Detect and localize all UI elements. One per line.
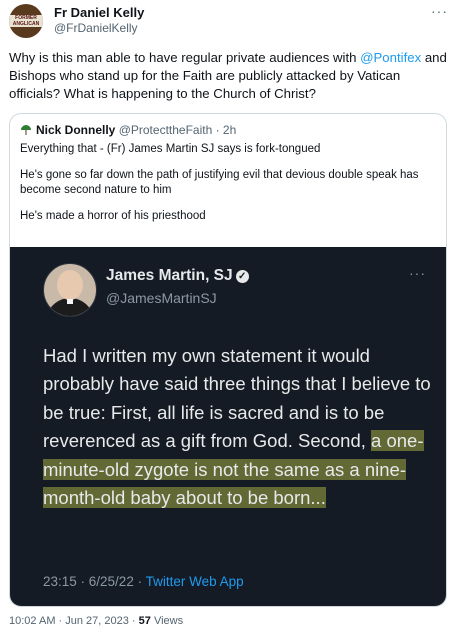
media-more-icon: ··· — [409, 265, 426, 281]
author-name[interactable]: Fr Daniel Kelly — [54, 5, 144, 21]
avatar-badge-text: FORMER ANGLICAN — [9, 15, 43, 27]
quoted-line: Everything that - (Fr) James Martin SJ s… — [20, 143, 321, 155]
media-tweet-text: Had I written my own statement it would … — [43, 342, 433, 512]
quoted-tweet[interactable]: Nick Donnelly @ProtecttheFaith · 2h Ever… — [9, 113, 447, 607]
views-label: Views — [150, 615, 184, 627]
mention-link[interactable]: @Pontifex — [360, 50, 421, 65]
screenshot-image[interactable]: James Martin, SJ ✓ @JamesMartinSJ ··· Had… — [10, 247, 446, 606]
author-avatar[interactable]: FORMER ANGLICAN — [9, 4, 43, 38]
quoted-line: He's gone so far down the path of justif… — [20, 169, 419, 196]
media-author-handle: @JamesMartinSJ — [106, 290, 217, 306]
media-source-text: Twitter Web App — [145, 574, 244, 589]
tweet-text: Why is this man able to have regular pri… — [9, 49, 449, 103]
quoted-tweet-text: Everything that - (Fr) James Martin SJ s… — [20, 142, 440, 235]
tweet-text-start: Why is this man able to have regular pri… — [9, 50, 361, 65]
tweet-footer: 10:02 AM · Jun 27, 2023 · 57 Views — [9, 615, 183, 627]
views-count: 57 — [138, 615, 151, 627]
media-author-name-text: James Martin, SJ — [106, 267, 233, 284]
media-author-name: James Martin, SJ ✓ — [106, 267, 249, 285]
quoted-author-name[interactable]: Nick Donnelly — [36, 123, 115, 137]
more-options-icon[interactable]: ··· — [431, 3, 448, 19]
media-timestamp: 23:15 · 6/25/22 · Twitter Web App — [43, 574, 244, 589]
quoted-tweet-header: Nick Donnelly @ProtecttheFaith · 2h — [20, 123, 236, 138]
media-time-text: 23:15 · 6/25/22 · — [43, 574, 146, 589]
post-time[interactable]: 10:02 AM · Jun 27, 2023 · — [9, 615, 139, 627]
verified-badge-icon: ✓ — [235, 270, 249, 283]
quoted-author-handle-time: @ProtecttheFaith · 2h — [118, 123, 237, 137]
author-block: Fr Daniel Kelly @FrDanielKelly — [54, 5, 144, 36]
author-handle[interactable]: @FrDanielKelly — [54, 21, 144, 36]
umbrella-icon — [20, 124, 32, 136]
media-avatar — [43, 263, 97, 317]
quoted-line: He's made a horror of his priesthood — [20, 210, 206, 222]
